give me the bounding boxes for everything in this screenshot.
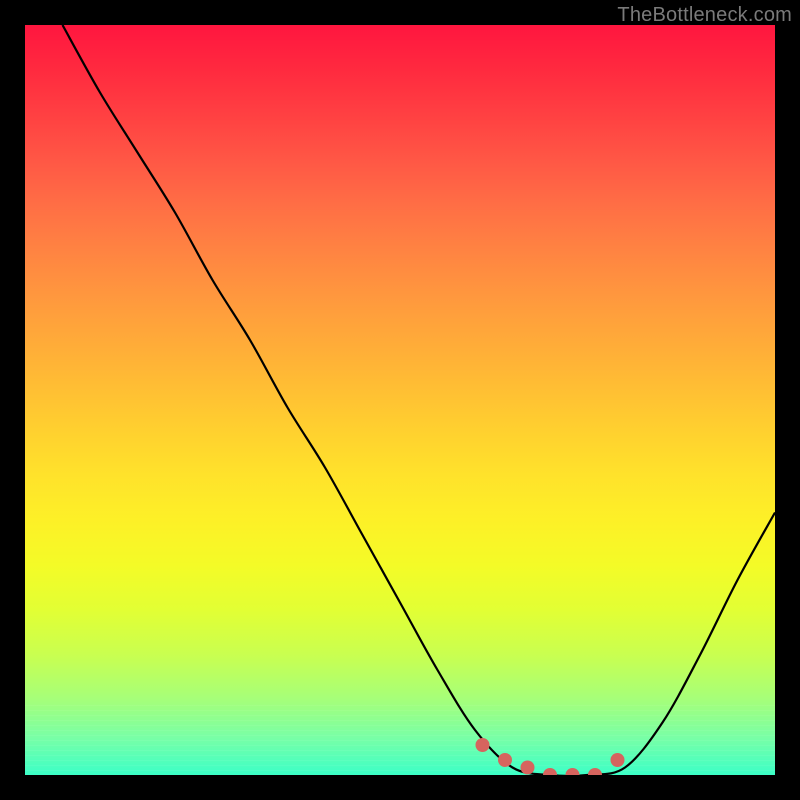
plot-area [25, 25, 775, 775]
chart-container: TheBottleneck.com [0, 0, 800, 800]
bottleneck-curve [63, 25, 776, 775]
highlight-marker [498, 753, 512, 767]
highlight-marker [521, 761, 535, 775]
highlight-marker [543, 768, 557, 775]
watermark-text: TheBottleneck.com [617, 4, 792, 27]
highlight-marker [611, 753, 625, 767]
curve-layer [25, 25, 775, 775]
highlight-marker [566, 768, 580, 775]
highlight-marker [476, 738, 490, 752]
highlight-marker [588, 768, 602, 775]
